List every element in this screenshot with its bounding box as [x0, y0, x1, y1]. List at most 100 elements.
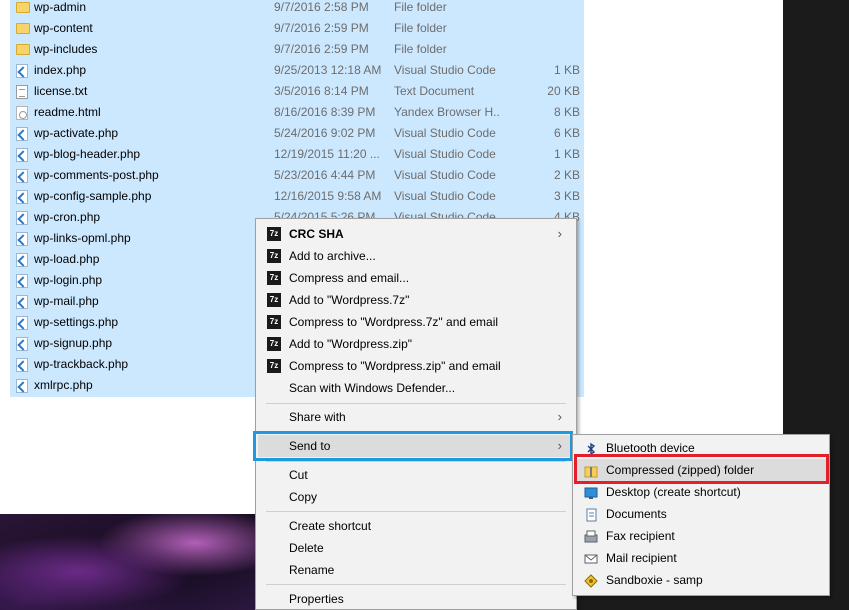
submenu-item-label: Documents: [606, 507, 667, 521]
file-row[interactable]: index.php 9/25/2013 12:18 AM Visual Stud…: [10, 60, 584, 81]
file-row[interactable]: wp-comments-post.php 5/23/2016 4:44 PM V…: [10, 165, 584, 186]
send-to-highlight-box: [253, 431, 573, 461]
menu-item-share-with[interactable]: Share with ›: [258, 406, 574, 428]
menu-item-label: Delete: [289, 541, 324, 555]
folder-icon: [16, 2, 30, 13]
7zip-icon: 7z: [267, 271, 281, 285]
menu-separator: [266, 461, 566, 462]
file-row[interactable]: wp-config-sample.php 12/16/2015 9:58 AM …: [10, 186, 584, 207]
send-to-documents[interactable]: Documents: [575, 503, 827, 525]
menu-item-label: Compress to "Wordpress.zip" and email: [289, 359, 501, 373]
file-row[interactable]: wp-blog-header.php 12/19/2015 11:20 ... …: [10, 144, 584, 165]
menu-item-compress-7z-email[interactable]: 7z Compress to "Wordpress.7z" and email: [258, 311, 574, 333]
file-date: 9/7/2016 2:59 PM: [274, 21, 369, 35]
folder-icon: [16, 44, 30, 55]
file-type: Yandex Browser H...: [394, 105, 500, 119]
bluetooth-icon: [584, 441, 598, 456]
file-name: wp-links-opml.php: [34, 231, 131, 245]
menu-item-add-to-archive[interactable]: 7z Add to archive...: [258, 245, 574, 267]
html-file-icon: [16, 106, 28, 120]
7zip-icon: 7z: [267, 249, 281, 263]
menu-item-copy[interactable]: Copy: [258, 486, 574, 508]
file-name: wp-comments-post.php: [34, 168, 159, 182]
menu-item-label: Create shortcut: [289, 519, 372, 533]
menu-item-delete[interactable]: Delete: [258, 537, 574, 559]
dark-background-bottom: [577, 595, 783, 610]
menu-separator: [266, 511, 566, 512]
file-name: license.txt: [34, 84, 88, 98]
file-date: 8/16/2016 8:39 PM: [274, 105, 376, 119]
file-name: wp-settings.php: [34, 315, 119, 329]
file-row[interactable]: wp-includes 9/7/2016 2:59 PM File folder: [10, 39, 584, 60]
vscode-file-icon: [16, 253, 28, 267]
file-type: Visual Studio Code: [394, 126, 496, 140]
send-to-sandboxie[interactable]: Sandboxie - samp: [575, 569, 827, 591]
documents-icon: [584, 507, 598, 522]
menu-item-compress-zip-email[interactable]: 7z Compress to "Wordpress.zip" and email: [258, 355, 574, 377]
vscode-file-icon: [16, 169, 28, 183]
submenu-item-label: Desktop (create shortcut): [606, 485, 741, 499]
chevron-right-icon: ›: [557, 409, 562, 424]
submenu-item-label: Mail recipient: [606, 551, 677, 565]
file-name: wp-content: [34, 21, 93, 35]
file-name: wp-includes: [34, 42, 98, 56]
file-type: Visual Studio Code: [394, 147, 496, 161]
desktop-icon: [584, 485, 598, 499]
vscode-file-icon: [16, 148, 28, 162]
7zip-icon: 7z: [267, 337, 281, 351]
send-to-fax[interactable]: Fax recipient: [575, 525, 827, 547]
send-to-desktop[interactable]: Desktop (create shortcut): [575, 481, 827, 503]
menu-item-add-to-zip[interactable]: 7z Add to "Wordpress.zip": [258, 333, 574, 355]
menu-item-crc-sha[interactable]: 7z CRC SHA ›: [258, 223, 574, 245]
send-to-mail[interactable]: Mail recipient: [575, 547, 827, 569]
menu-item-label: Properties: [289, 592, 344, 606]
menu-item-label: Compress and email...: [289, 271, 410, 285]
file-name: wp-mail.php: [34, 294, 99, 308]
vscode-file-icon: [16, 64, 28, 78]
file-name: wp-blog-header.php: [34, 147, 141, 161]
file-name: wp-login.php: [34, 273, 103, 287]
file-row[interactable]: wp-activate.php 5/24/2016 9:02 PM Visual…: [10, 123, 584, 144]
file-date: 5/23/2016 4:44 PM: [274, 168, 376, 182]
submenu-item-label: Sandboxie - samp: [606, 573, 703, 587]
vscode-file-icon: [16, 127, 28, 141]
mail-icon: [584, 551, 598, 565]
vscode-file-icon: [16, 379, 28, 393]
file-type: File folder: [394, 0, 447, 14]
menu-item-rename[interactable]: Rename: [258, 559, 574, 581]
7zip-icon: 7z: [267, 315, 281, 329]
file-type: Text Document: [394, 84, 475, 98]
file-size: 1 KB: [553, 63, 580, 77]
7zip-icon: 7z: [267, 227, 281, 241]
menu-item-properties[interactable]: Properties: [258, 588, 574, 610]
vscode-file-icon: [16, 190, 28, 204]
menu-item-scan-defender[interactable]: Scan with Windows Defender...: [258, 377, 574, 399]
file-name: index.php: [34, 63, 87, 77]
vscode-file-icon: [16, 232, 28, 246]
file-row[interactable]: wp-content 9/7/2016 2:59 PM File folder: [10, 18, 584, 39]
file-row[interactable]: readme.html 8/16/2016 8:39 PM Yandex Bro…: [10, 102, 584, 123]
file-name: wp-activate.php: [34, 126, 119, 140]
vscode-file-icon: [16, 337, 28, 351]
file-date: 12/19/2015 11:20 ...: [274, 147, 380, 161]
file-size: 2 KB: [553, 168, 580, 182]
file-date: 5/24/2016 9:02 PM: [274, 126, 376, 140]
menu-item-cut[interactable]: Cut: [258, 464, 574, 486]
menu-item-compress-and-email[interactable]: 7z Compress and email...: [258, 267, 574, 289]
chevron-right-icon: ›: [557, 226, 562, 241]
file-size: 6 KB: [553, 126, 580, 140]
file-name: wp-cron.php: [34, 210, 101, 224]
file-row[interactable]: wp-admin 9/7/2016 2:58 PM File folder: [10, 0, 584, 18]
file-name: wp-load.php: [34, 252, 100, 266]
menu-item-label: Share with: [289, 410, 346, 424]
menu-item-label: Rename: [289, 563, 335, 577]
menu-item-label: Add to archive...: [289, 249, 376, 263]
menu-item-add-to-7z[interactable]: 7z Add to "Wordpress.7z": [258, 289, 574, 311]
file-name: wp-config-sample.php: [34, 189, 152, 203]
menu-item-create-shortcut[interactable]: Create shortcut: [258, 515, 574, 537]
7zip-icon: 7z: [267, 293, 281, 307]
menu-item-label: Scan with Windows Defender...: [289, 381, 456, 395]
menu-item-label: Copy: [289, 490, 318, 504]
file-date: 9/25/2013 12:18 AM: [274, 63, 382, 77]
file-row[interactable]: license.txt 3/5/2016 8:14 PM Text Docume…: [10, 81, 584, 102]
